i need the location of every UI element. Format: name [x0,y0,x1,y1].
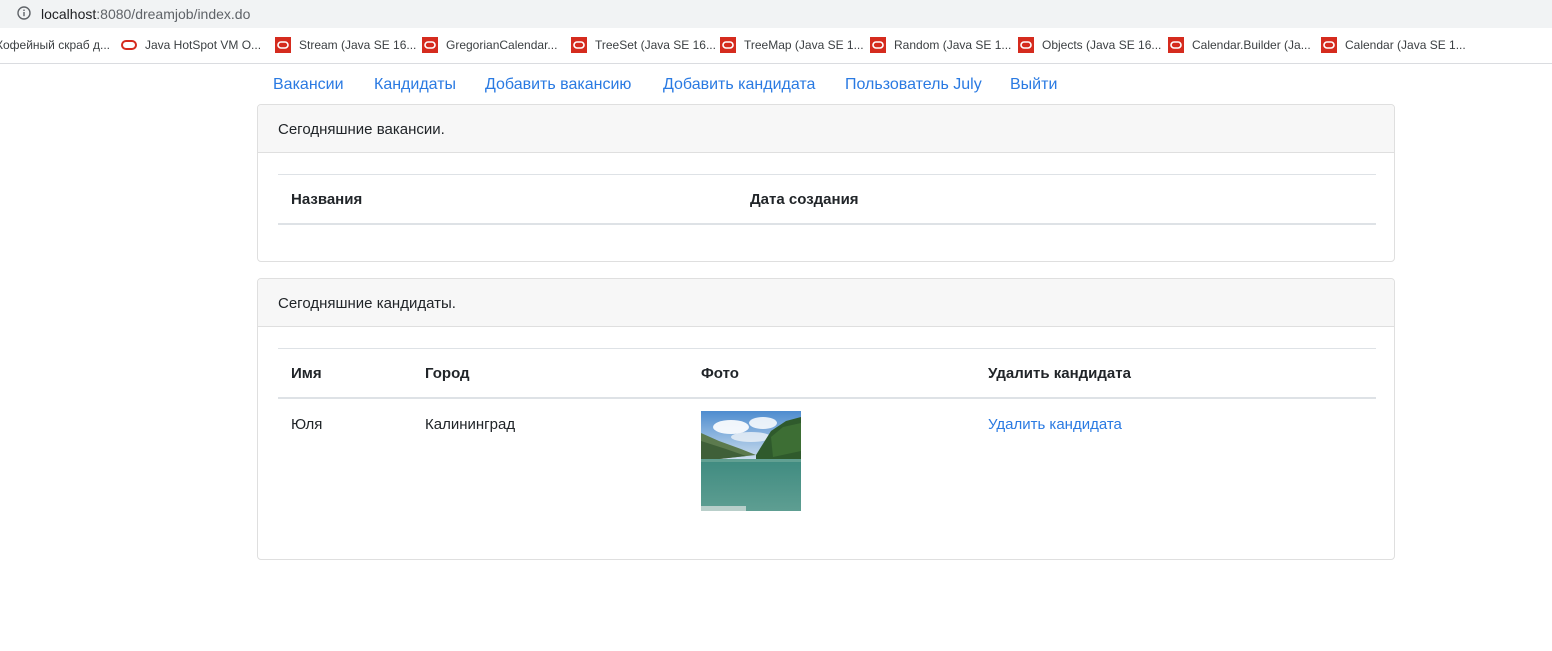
candidate-photo [701,411,801,511]
delete-candidate-link[interactable]: Удалить кандидата [988,416,1122,434]
bookmark-label: Objects (Java SE 16... [1042,38,1162,52]
candidates-card: Сегодняшние кандидаты. Имя Город Фото Уд… [257,278,1395,560]
oracle-icon [720,37,736,53]
candidates-card-header: Сегодняшние кандидаты. [258,279,1394,327]
column-header-city: Город [425,365,470,382]
column-header-delete: Удалить кандидата [988,365,1131,382]
candidates-table: Имя Город Фото Удалить кандидата Юля Кал… [278,348,1376,559]
bookmark-label: Stream (Java SE 16... [299,38,417,52]
table-row: Юля Калининград Удалить кандидата [278,399,1376,559]
oracle-icon [422,37,438,53]
column-header-name: Имя [291,365,322,382]
url-text[interactable]: localhost:8080/dreamjob/index.do [41,6,250,22]
bookmarks-bar: Кофейный скраб д... Java HotSpot VM O...… [0,28,1552,64]
candidate-city: Калининград [425,416,516,433]
bookmark-label: Calendar.Builder (Ja... [1192,38,1311,52]
candidate-name: Юля [291,416,323,433]
nav-add-candidate[interactable]: Добавить кандидата [663,75,815,95]
nav-add-vacancy[interactable]: Добавить вакансию [485,75,631,95]
oracle-icon [571,37,587,53]
nav-logout[interactable]: Выйти [1010,75,1057,95]
oracle-icon [275,37,291,53]
column-header-title: Названия [291,191,363,208]
url-host: localhost [41,6,97,22]
url-path: :8080/dreamjob/index.do [96,6,251,22]
table-header-row: Названия Дата создания [278,175,1376,225]
nav-user[interactable]: Пользователь July [845,75,982,95]
bookmark-label: TreeMap (Java SE 1... [744,38,864,52]
vacancies-card-header: Сегодняшние вакансии. [258,105,1394,153]
bookmark-label: TreeSet (Java SE 16... [595,38,716,52]
oracle-icon [1321,37,1337,53]
table-header-row: Имя Город Фото Удалить кандидата [278,349,1376,399]
bookmark-label: Random (Java SE 1... [894,38,1012,52]
column-header-photo: Фото [701,365,739,382]
info-icon[interactable] [17,6,31,20]
bookmark-label: GregorianCalendar... [446,38,558,52]
nav-vacancies[interactable]: Вакансии [273,75,344,95]
bookmark-label: Calendar (Java SE 1... [1345,38,1466,52]
oracle-icon [1168,37,1184,53]
nav-candidates[interactable]: Кандидаты [374,75,456,95]
vacancies-table: Названия Дата создания [278,174,1376,225]
column-header-created: Дата создания [750,191,859,208]
bookmark-label: Кофейный скраб д... [0,38,111,52]
address-bar[interactable]: localhost:8080/dreamjob/index.do [0,0,1552,28]
vacancies-card: Сегодняшние вакансии. Названия Дата созд… [257,104,1395,262]
oracle-icon [1018,37,1034,53]
oracle-ring-icon [121,40,137,50]
bookmark-label: Java HotSpot VM O... [145,38,262,52]
oracle-icon [870,37,886,53]
